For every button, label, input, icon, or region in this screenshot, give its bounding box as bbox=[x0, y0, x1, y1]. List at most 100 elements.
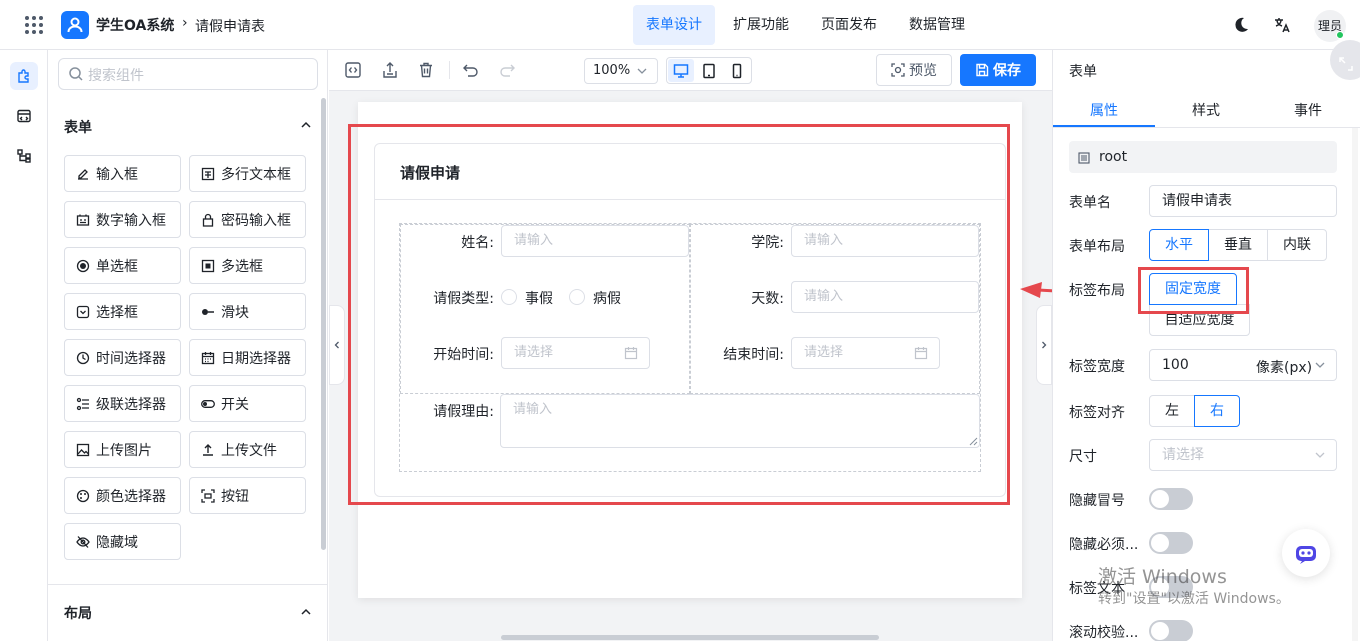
component-textarea[interactable]: 多行文本框 bbox=[189, 155, 306, 192]
component-upload-image[interactable]: 上传图片 bbox=[64, 431, 181, 468]
left-rail bbox=[0, 50, 48, 641]
label-align-right[interactable]: 右 bbox=[1194, 395, 1240, 427]
highlight-box-form bbox=[348, 124, 1010, 505]
size-label: 尺寸 bbox=[1069, 449, 1097, 465]
tree-icon[interactable] bbox=[10, 142, 38, 170]
clock-icon bbox=[76, 351, 90, 364]
code-icon[interactable] bbox=[10, 102, 38, 130]
radio-icon bbox=[76, 259, 90, 272]
component-password-input[interactable]: 密码输入框 bbox=[189, 201, 306, 238]
moon-icon[interactable] bbox=[1232, 16, 1250, 34]
active-tab-indicator bbox=[1053, 125, 1155, 127]
upload-icon bbox=[203, 443, 213, 456]
tab-events[interactable]: 事件 bbox=[1257, 100, 1359, 120]
component-date-picker[interactable]: 日期选择器 bbox=[189, 339, 306, 376]
component-select[interactable]: 选择框 bbox=[64, 293, 181, 330]
save-icon bbox=[976, 63, 989, 77]
tab-style[interactable]: 样式 bbox=[1155, 100, 1257, 120]
delete-icon[interactable] bbox=[417, 61, 435, 79]
robot-icon bbox=[1296, 546, 1316, 564]
select-icon bbox=[76, 305, 90, 318]
translate-icon[interactable] bbox=[1273, 16, 1291, 34]
image-icon bbox=[76, 443, 90, 456]
label-align-left[interactable]: 左 bbox=[1149, 395, 1195, 427]
hide-colon-switch[interactable] bbox=[1149, 488, 1193, 510]
component-hidden-field[interactable]: 隐藏域 bbox=[64, 523, 181, 560]
user-logo-icon bbox=[61, 11, 89, 39]
slider-icon bbox=[202, 308, 214, 315]
label-width-label: 标签宽度 bbox=[1069, 359, 1125, 375]
size-select[interactable]: 请选择 bbox=[1149, 439, 1337, 471]
tablet-icon[interactable] bbox=[696, 59, 722, 82]
windows-activation-watermark: 激活 Windows bbox=[1098, 566, 1227, 588]
component-upload-file[interactable]: 上传文件 bbox=[189, 431, 306, 468]
code-view-icon[interactable] bbox=[344, 61, 362, 79]
component-switch[interactable]: 开关 bbox=[189, 385, 306, 422]
component-checkbox[interactable]: 多选框 bbox=[189, 247, 306, 284]
lock-icon bbox=[202, 213, 214, 227]
section-title-form: 表单 bbox=[64, 120, 92, 136]
search-icon bbox=[68, 66, 84, 82]
form-name-input[interactable]: 请假申请表 bbox=[1149, 185, 1337, 217]
number-icon bbox=[76, 214, 90, 226]
component-time-picker[interactable]: 时间选择器 bbox=[64, 339, 181, 376]
preview-icon bbox=[891, 63, 905, 77]
nav-tab-extensions[interactable]: 扩展功能 bbox=[720, 5, 802, 45]
assistant-bot-button[interactable] bbox=[1282, 529, 1330, 577]
desktop-icon[interactable] bbox=[668, 59, 694, 82]
component-slider[interactable]: 滑块 bbox=[189, 293, 306, 330]
calendar-icon bbox=[201, 351, 215, 364]
properties-panel-title: 表单 bbox=[1069, 64, 1097, 80]
edit-icon bbox=[78, 168, 88, 180]
palette-icon bbox=[76, 489, 90, 502]
chevron-up-icon[interactable] bbox=[299, 605, 313, 619]
preview-button[interactable]: 预览 bbox=[876, 54, 952, 86]
component-cascader[interactable]: 级联选择器 bbox=[64, 385, 181, 422]
component-input[interactable]: 输入框 bbox=[64, 155, 181, 192]
component-panel-scrollbar[interactable] bbox=[321, 98, 326, 550]
online-status-dot bbox=[1336, 31, 1344, 39]
undo-icon[interactable] bbox=[462, 61, 480, 79]
form-layout-inline[interactable]: 内联 bbox=[1267, 229, 1327, 261]
label-width-unit[interactable]: 像素(px) bbox=[1256, 357, 1312, 377]
canvas-horizontal-scrollbar[interactable] bbox=[501, 635, 879, 640]
search-placeholder: 搜索组件 bbox=[88, 68, 144, 84]
eye-off-icon bbox=[76, 535, 90, 548]
save-button[interactable]: 保存 bbox=[960, 54, 1036, 86]
nav-tab-data[interactable]: 数据管理 bbox=[896, 5, 978, 45]
textarea-icon bbox=[201, 167, 215, 180]
component-radio[interactable]: 单选框 bbox=[64, 247, 181, 284]
label-layout-label: 标签布局 bbox=[1069, 283, 1125, 299]
breadcrumb[interactable]: 请假申请表 bbox=[195, 16, 265, 36]
chevron-down-icon bbox=[1314, 449, 1326, 461]
tab-properties[interactable]: 属性 bbox=[1053, 100, 1155, 120]
scroll-validate-label: 滚动校验... bbox=[1069, 625, 1139, 641]
puzzle-icon[interactable] bbox=[10, 62, 38, 90]
collapse-left-button[interactable] bbox=[329, 305, 345, 385]
toolbar-divider bbox=[449, 61, 450, 79]
checkbox-icon bbox=[201, 259, 215, 272]
switch-icon bbox=[201, 399, 215, 408]
section-title-layout: 布局 bbox=[64, 606, 92, 622]
chevron-up-icon[interactable] bbox=[299, 118, 313, 132]
form-layout-horizontal[interactable]: 水平 bbox=[1149, 229, 1209, 261]
windows-activation-hint: 转到"设置"以激活 Windows。 bbox=[1098, 591, 1290, 607]
redo-icon[interactable] bbox=[498, 61, 516, 79]
component-button[interactable]: 按钮 bbox=[189, 477, 306, 514]
hide-required-switch[interactable] bbox=[1149, 532, 1193, 554]
apps-grid-icon[interactable] bbox=[24, 15, 44, 35]
label-align-label: 标签对齐 bbox=[1069, 405, 1125, 421]
component-number-input[interactable]: 数字输入框 bbox=[64, 201, 181, 238]
button-icon bbox=[201, 488, 215, 503]
form-layout-vertical[interactable]: 垂直 bbox=[1208, 229, 1268, 261]
properties-scrollbar[interactable] bbox=[1352, 128, 1358, 641]
component-color-picker[interactable]: 颜色选择器 bbox=[64, 477, 181, 514]
scroll-validate-switch[interactable] bbox=[1149, 620, 1193, 641]
collapse-right-button[interactable] bbox=[1036, 305, 1052, 385]
label-layout-fixed-width[interactable]: 固定宽度 bbox=[1149, 273, 1237, 305]
hide-colon-label: 隐藏冒号 bbox=[1069, 493, 1125, 509]
nav-tab-form-design[interactable]: 表单设计 bbox=[633, 5, 715, 45]
nav-tab-publish[interactable]: 页面发布 bbox=[808, 5, 890, 45]
export-icon[interactable] bbox=[381, 61, 399, 79]
mobile-icon[interactable] bbox=[724, 59, 750, 82]
